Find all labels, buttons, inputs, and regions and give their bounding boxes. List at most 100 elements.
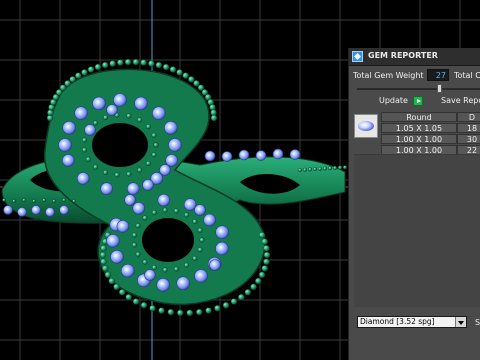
round-gem xyxy=(116,220,130,233)
metal-bead xyxy=(87,66,95,73)
round-gem xyxy=(127,182,140,195)
chevron-down-icon[interactable] xyxy=(455,317,466,327)
metal-bead xyxy=(230,298,238,305)
round-gem xyxy=(142,179,154,191)
table-row-count[interactable]: 18 xyxy=(457,123,480,133)
round-gem xyxy=(76,172,90,185)
metal-bead xyxy=(153,142,159,148)
metal-bead xyxy=(81,69,88,76)
metal-bead xyxy=(125,293,132,301)
metal-bead xyxy=(47,109,54,116)
metal-bead xyxy=(69,76,76,83)
round-gem xyxy=(165,154,178,167)
round-gem xyxy=(59,205,69,215)
metal-bead xyxy=(209,104,216,111)
round-gem xyxy=(215,241,229,256)
metal-bead xyxy=(261,265,268,272)
metal-bead xyxy=(338,165,343,170)
metal-bead xyxy=(199,237,205,243)
round-gem xyxy=(92,96,106,111)
metal-bead xyxy=(193,80,200,87)
update-go-icon[interactable] xyxy=(413,96,423,106)
metal-bead xyxy=(100,258,107,265)
round-gem xyxy=(152,106,166,120)
metal-bead xyxy=(99,251,107,259)
metal-bead xyxy=(258,271,266,279)
round-gem xyxy=(132,201,146,215)
metal-bead xyxy=(132,298,140,305)
metal-bead xyxy=(162,267,168,273)
round-gem xyxy=(204,150,216,162)
metal-bead xyxy=(93,120,99,126)
table-header-count[interactable]: D xyxy=(457,112,480,122)
weight-slider-track[interactable] xyxy=(357,88,480,90)
metal-bead xyxy=(298,167,303,172)
round-gem xyxy=(176,276,190,291)
metal-bead xyxy=(22,198,26,202)
metal-bead xyxy=(62,198,66,202)
metal-bead xyxy=(186,309,193,317)
table-header-shape[interactable]: Round xyxy=(381,112,457,122)
metal-bead xyxy=(142,215,148,221)
update-button[interactable]: Update xyxy=(379,95,408,107)
metal-bead xyxy=(263,258,270,265)
round-gem xyxy=(84,124,96,136)
material-dropdown[interactable]: Diamond [3.52 spg] xyxy=(357,316,467,328)
round-gem xyxy=(209,259,221,271)
metal-bead xyxy=(323,166,328,171)
metal-bead xyxy=(155,61,163,69)
table-row-count[interactable]: 30 xyxy=(457,134,480,144)
metal-bead xyxy=(145,160,151,166)
round-gem xyxy=(194,204,206,216)
total-gem-weight-field[interactable]: 27 xyxy=(427,69,449,81)
round-gem xyxy=(215,225,229,239)
round-gem xyxy=(289,149,301,160)
metal-bead xyxy=(205,307,212,314)
metal-bead xyxy=(214,305,221,312)
metal-bead xyxy=(151,264,157,270)
round-gem xyxy=(157,193,171,207)
weight-slider-thumb[interactable] xyxy=(437,84,442,93)
save-report-button[interactable]: Save Repo xyxy=(441,95,480,107)
metal-bead xyxy=(109,60,116,67)
metal-bead xyxy=(238,293,245,301)
metal-bead xyxy=(85,156,91,162)
metal-bead xyxy=(151,210,157,216)
panel-titlebar[interactable]: GEM REPORTER xyxy=(349,48,480,66)
metal-bead xyxy=(328,166,333,171)
table-row-size[interactable]: 1.00 X 1.00 xyxy=(381,134,457,144)
round-gem-icon xyxy=(358,121,374,131)
metal-bead xyxy=(118,289,126,296)
round-gem xyxy=(17,207,27,217)
metal-bead xyxy=(108,277,115,285)
metal-bead xyxy=(140,59,147,66)
round-gem xyxy=(255,150,267,161)
metal-bead xyxy=(184,262,190,268)
metal-bead xyxy=(151,152,157,158)
metal-bead xyxy=(103,115,109,121)
material-side-label: S xyxy=(475,318,480,327)
metal-bead xyxy=(192,219,198,225)
metal-bead xyxy=(308,167,313,172)
metal-bead xyxy=(140,302,148,309)
round-gem xyxy=(194,269,208,283)
round-gem xyxy=(124,194,136,206)
metal-bead xyxy=(182,72,189,79)
metal-bead xyxy=(250,283,257,291)
material-value: Diamond [3.52 spg] xyxy=(360,317,435,326)
metal-bead xyxy=(151,132,157,138)
gem-thumbnail[interactable] xyxy=(354,114,378,138)
metal-bead xyxy=(2,198,6,202)
metal-bead xyxy=(148,60,155,67)
round-gem xyxy=(31,205,41,215)
metal-bead xyxy=(177,309,184,317)
metal-bead xyxy=(222,302,230,309)
metal-bead xyxy=(135,251,141,257)
metal-bead xyxy=(261,238,268,245)
gem-reporter-panel: GEM REPORTER Total Gem Weight 27 Total C… xyxy=(348,48,480,360)
metal-bead xyxy=(32,199,36,203)
ring-model[interactable] xyxy=(1,58,348,317)
round-gem xyxy=(62,154,75,167)
metal-bead xyxy=(52,199,56,203)
table-row-size[interactable]: 1.05 X 1.05 xyxy=(381,123,457,133)
